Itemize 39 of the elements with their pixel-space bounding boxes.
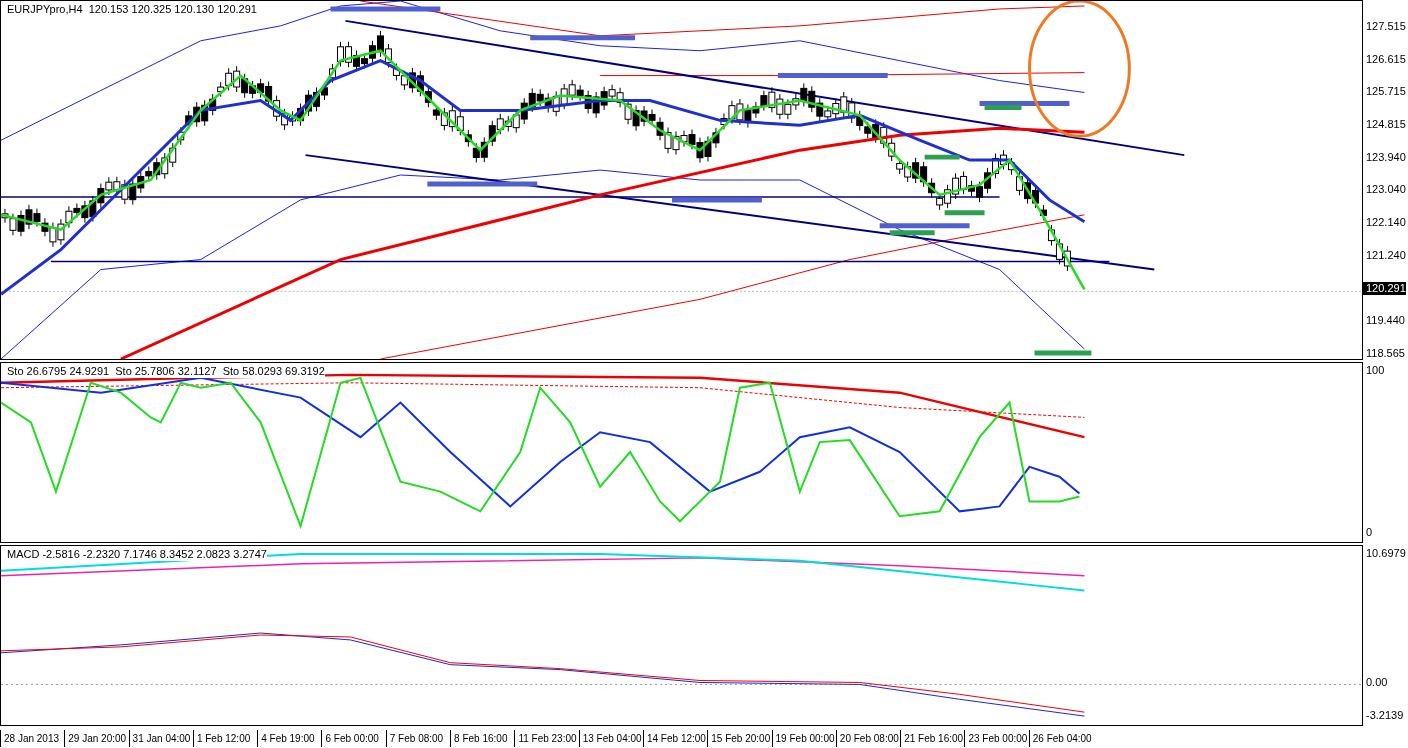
price-axis-label: 123.940: [1365, 150, 1407, 164]
time-axis-label: 4 Feb 19:00: [257, 730, 322, 747]
price-axis-label: 123.040: [1365, 183, 1407, 197]
price-axis-label: 122.140: [1365, 216, 1407, 230]
time-axis-label: 29 Jan 20:00: [64, 730, 129, 747]
time-axis-label: 20 Feb 08:00: [835, 730, 901, 747]
price-axis-label: 124.815: [1365, 118, 1407, 132]
indicator-axis-label: 0: [1365, 526, 1373, 539]
time-axis-label: 26 Feb 04:00: [1028, 730, 1094, 747]
indicator-axis-label: 100: [1365, 364, 1385, 377]
time-axis-label: 13 Feb 04:00: [578, 730, 643, 747]
time-axis-label: 19 Feb 00:00: [771, 730, 836, 747]
price-axis-label: 125.715: [1365, 85, 1407, 99]
indicator-axis-label: 10.6979: [1365, 547, 1406, 560]
price-axis-label: 120.291: [1363, 281, 1406, 295]
level-marker: [1034, 350, 1092, 356]
time-axis-label: 6 Feb 00:00: [321, 730, 386, 747]
indicator-axis-label: -3.2139: [1365, 709, 1404, 722]
time-axis-label: 1 Feb 12:00: [192, 730, 258, 747]
price-axis-label: 127.515: [1365, 20, 1407, 33]
time-axis-label: 14 Feb 12:00: [642, 730, 708, 747]
chart-header: EURJPYpro,H4 120.153 120.325 120.130 120.291: [7, 3, 257, 16]
time-axis-label: 21 Feb 16:00: [900, 730, 965, 747]
time-axis-label: 15 Feb 20:00: [707, 730, 772, 747]
price-axis-label: 121.240: [1365, 248, 1407, 262]
level-marker: [944, 210, 985, 216]
indicator-axis-label: 0.00: [1365, 676, 1388, 689]
price-axis-label: 118.565: [1365, 346, 1406, 360]
time-axis-label: 7 Feb 08:00: [385, 730, 451, 747]
time-axis-label: 23 Feb 00:00: [964, 730, 1029, 747]
time-axis-label: 8 Feb 16:00: [450, 730, 515, 747]
time-axis-label: 31 Jan 04:00: [128, 730, 193, 747]
time-axis-label: 11 Feb 23:00: [514, 730, 579, 747]
level-marker: [924, 154, 960, 160]
indicator-header: Sto 26.6795 24.9291 Sto 25.7806 32.1127 Sto 58.0293 69.3192: [7, 365, 325, 378]
time-axis-label: 28 Jan 2013: [0, 730, 65, 747]
price-axis-label: 126.615: [1365, 52, 1407, 66]
indicator-header: MACD -2.5816 -2.2320 7.1746 8.3452 2.0823 3.2747: [7, 548, 267, 561]
price-axis-label: 119.440: [1365, 314, 1406, 328]
